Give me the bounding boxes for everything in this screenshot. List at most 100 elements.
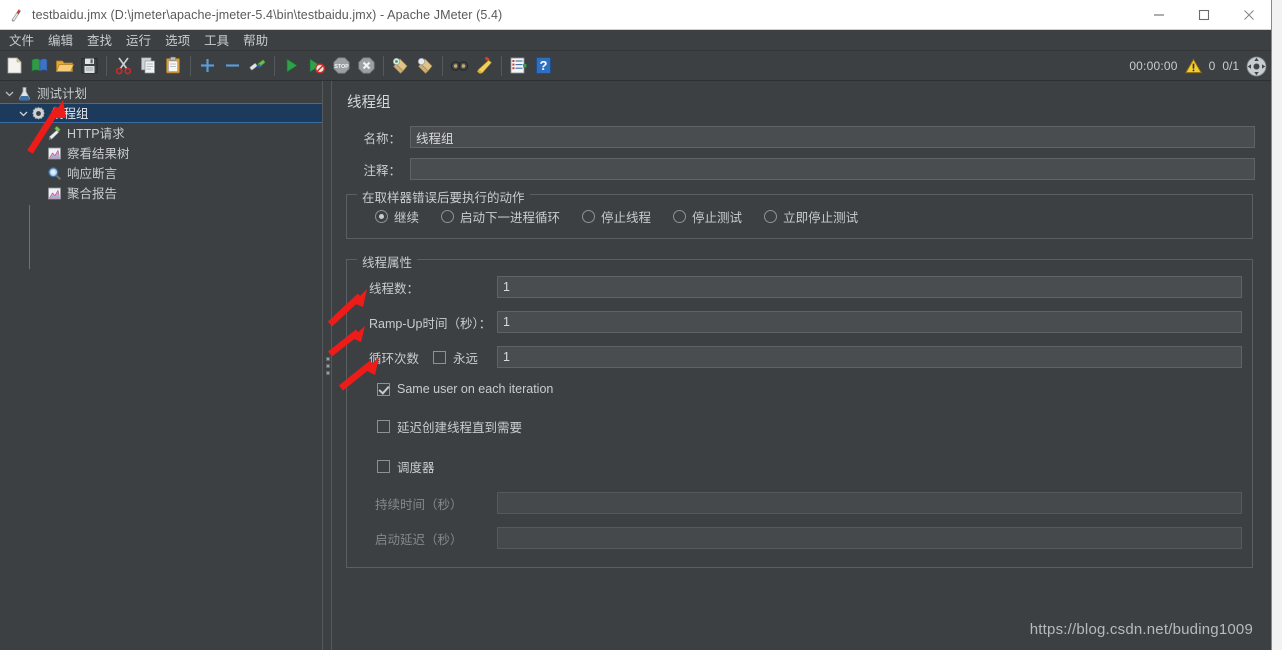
chevron-down-icon[interactable] (2, 83, 16, 103)
menu-search[interactable]: 查找 (80, 28, 119, 52)
thread-properties-group: 线程属性 线程数： Ramp-Up时间（秒）： 循环次数 (346, 252, 1253, 568)
expand-all-icon[interactable] (195, 53, 220, 79)
help-icon[interactable]: ? (531, 53, 556, 79)
duration-label: 持续时间（秒） (375, 497, 463, 512)
rampup-row: Ramp-Up时间（秒）： (357, 311, 1242, 333)
tree-node-view-results-tree[interactable]: 察看结果树 (0, 143, 322, 163)
toolbar-separator (383, 55, 384, 76)
radio-mark (582, 210, 596, 223)
check-mark (377, 382, 390, 396)
collapse-all-icon[interactable] (220, 53, 245, 79)
save-icon[interactable] (77, 53, 102, 79)
loop-count-label-group: 循环次数 永远 (357, 348, 497, 367)
radio-label: 停止测试 (692, 211, 743, 225)
thread-group-config-panel: 线程组 名称： 注释： 在取样器错误后要执行的动作 继续 (332, 81, 1271, 650)
jmeter-main-window: testbaidu.jmx (D:\jmeter\apache-jmeter-5… (0, 0, 1272, 650)
cut-icon[interactable] (111, 53, 136, 79)
radio-stop-thread[interactable]: 停止线程 (582, 207, 651, 226)
menu-tools[interactable]: 工具 (197, 28, 236, 52)
scheduler-checkbox[interactable]: 调度器 (357, 457, 1242, 476)
thread-count-input[interactable] (497, 276, 1242, 298)
function-helper-icon[interactable] (506, 53, 531, 79)
warning-triangle-icon[interactable] (1184, 58, 1202, 74)
page-title: 线程组 (347, 95, 391, 111)
tree-node-label: 察看结果树 (67, 147, 130, 161)
menubar: 文件 编辑 查找 运行 选项 工具 帮助 (0, 30, 1271, 51)
duration-input (497, 492, 1242, 514)
menu-run[interactable]: 运行 (119, 28, 158, 52)
window-titlebar: testbaidu.jmx (D:\jmeter\apache-jmeter-5… (0, 0, 1271, 30)
name-label: 名称： (363, 131, 401, 146)
stop-icon[interactable]: STOP (329, 53, 354, 79)
rampup-input[interactable] (497, 311, 1242, 333)
comment-input[interactable] (410, 158, 1255, 180)
delayed-start-checkbox[interactable]: 延迟创建线程直到需要 (357, 417, 1242, 436)
scheduler-label: 调度器 (397, 461, 435, 475)
tree-node-aggregate-report[interactable]: 聚合报告 (0, 183, 322, 203)
radio-continue[interactable]: 继续 (375, 207, 419, 226)
toolbar-separator (501, 55, 502, 76)
radio-mark (764, 210, 778, 223)
search-icon[interactable] (447, 53, 472, 79)
tree-guideline (29, 205, 30, 269)
thread-count-row: 线程数： (357, 276, 1242, 298)
shutdown-icon[interactable] (354, 53, 379, 79)
menu-file[interactable]: 文件 (2, 28, 41, 52)
radio-label: 立即停止测试 (783, 211, 859, 225)
loop-count-input[interactable] (497, 346, 1242, 368)
menu-help[interactable]: 帮助 (236, 28, 275, 52)
tree-node-label: 聚合报告 (67, 187, 118, 201)
tree-node-thread-group[interactable]: 线程组 (0, 103, 322, 123)
svg-text:STOP: STOP (334, 64, 349, 70)
radio-stop-test[interactable]: 停止测试 (673, 207, 742, 226)
new-icon[interactable] (2, 53, 27, 79)
open-icon[interactable] (52, 53, 77, 79)
minimize-button[interactable] (1136, 0, 1181, 30)
reset-search-icon[interactable] (472, 53, 497, 79)
thread-count-label: 线程数： (369, 281, 420, 296)
name-field-row: 名称： (344, 126, 1255, 148)
paste-icon[interactable] (161, 53, 186, 79)
maximize-button[interactable] (1181, 0, 1226, 30)
error-count: 0 (1208, 59, 1216, 73)
remote-engines-icon[interactable] (1246, 56, 1267, 77)
clear-icon[interactable] (388, 53, 413, 79)
window-title: testbaidu.jmx (D:\jmeter\apache-jmeter-5… (32, 7, 503, 22)
name-input[interactable] (410, 126, 1255, 148)
chevron-down-icon[interactable] (16, 103, 30, 123)
templates-icon[interactable] (27, 53, 52, 79)
same-user-checkbox[interactable]: Same user on each iteration (357, 382, 1242, 396)
jmeter-feather-icon (8, 7, 24, 23)
view-results-tree-icon (46, 145, 63, 162)
tree-node-response-assertion[interactable]: 响应断言 (0, 163, 322, 183)
toolbar-separator (442, 55, 443, 76)
split-divider-grip[interactable] (326, 356, 330, 375)
tree-node-test-plan[interactable]: 测试计划 (0, 83, 322, 103)
menu-edit[interactable]: 编辑 (41, 28, 80, 52)
toolbar: STOP ? 00:00:00 0 0/1 (0, 51, 1271, 81)
sampler-error-action-title: 在取样器错误后要执行的动作 (357, 187, 530, 206)
radio-mark (375, 210, 388, 223)
tree-node-http-request[interactable]: HTTP请求 (0, 123, 322, 143)
loop-count-row: 循环次数 永远 (357, 346, 1242, 368)
tree-node-label: HTTP请求 (67, 127, 125, 141)
radio-stop-test-now[interactable]: 立即停止测试 (764, 207, 858, 226)
tree-node-label: 线程组 (51, 107, 89, 121)
toggle-icon[interactable] (245, 53, 270, 79)
loop-count-label: 循环次数 (369, 351, 420, 366)
start-no-pauses-icon[interactable] (304, 53, 329, 79)
test-plan-tree[interactable]: 测试计划 线程组 HTTP请求 察看结果树 响应断言 聚合报告 (0, 81, 322, 650)
same-user-label: Same user on each iteration (397, 382, 554, 396)
comment-field-row: 注释： (344, 158, 1255, 180)
radio-start-next-loop[interactable]: 启动下一进程循环 (441, 207, 560, 226)
close-button[interactable] (1226, 0, 1271, 30)
split-divider[interactable] (322, 81, 332, 650)
menu-options[interactable]: 选项 (158, 28, 197, 52)
clear-all-icon[interactable] (413, 53, 438, 79)
start-icon[interactable] (279, 53, 304, 79)
check-mark (377, 460, 390, 473)
copy-icon[interactable] (136, 53, 161, 79)
forever-checkbox[interactable]: 永远 (433, 348, 478, 367)
tree-node-label: 测试计划 (37, 87, 88, 101)
startup-delay-row: 启动延迟（秒） (357, 527, 1242, 549)
